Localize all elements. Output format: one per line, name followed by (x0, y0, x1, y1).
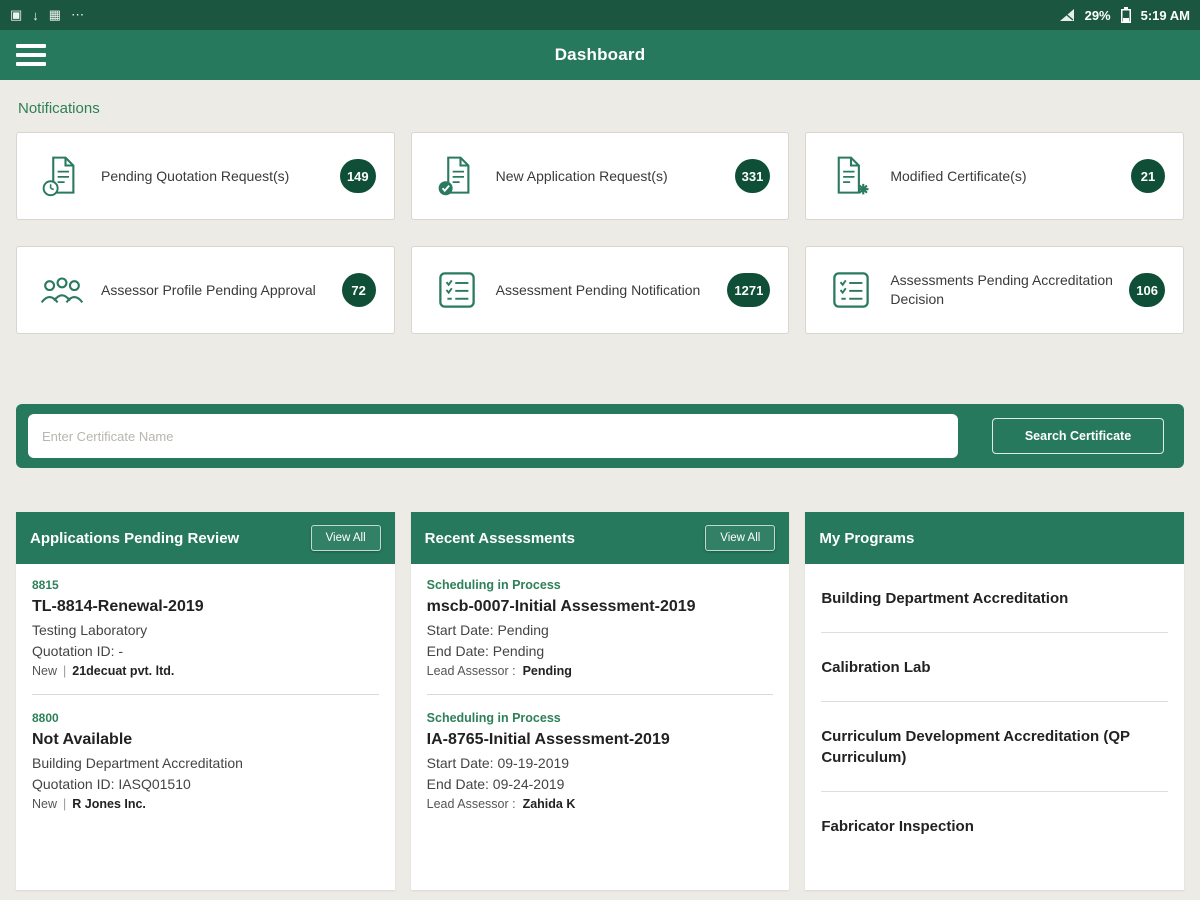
assessment-status: Scheduling in Process (426, 711, 561, 725)
app-bar: Dashboard (0, 30, 1200, 80)
count-badge: 1271 (727, 273, 771, 307)
panel-header: Recent Assessments View All (410, 512, 790, 564)
status-left-icons: ▣ ↓ ▦ ⋯ (10, 7, 84, 23)
application-status: New (32, 797, 58, 811)
application-item[interactable]: 8800 Not Available Building Department A… (32, 711, 379, 811)
application-meta: New | 21decuat pvt. ltd. (32, 664, 379, 678)
search-certificate-button[interactable]: Search Certificate (992, 418, 1164, 454)
application-item[interactable]: 8815 TL-8814-Renewal-2019 Testing Labora… (32, 578, 379, 678)
more-notifications-icon: ⋯ (71, 7, 85, 22)
lead-assessor-value: Pending (522, 664, 572, 678)
document-check-icon (434, 154, 480, 198)
assessment-end-date: End Date: 09-24-2019 (426, 776, 565, 792)
assessment-start-date: Start Date: 09-19-2019 (426, 755, 570, 771)
clock-time: 5:19 AM (1140, 7, 1190, 23)
program-item[interactable]: Building Department Accreditation (821, 564, 1168, 633)
application-title: TL-8814-Renewal-2019 (32, 598, 204, 615)
card-label: Modified Certificate(s) (890, 167, 1027, 184)
count-badge: 149 (339, 159, 376, 193)
message-icon: ▣ (10, 7, 23, 22)
view-all-assessments-button[interactable]: View All (705, 525, 776, 551)
recent-assessments-panel: Recent Assessments View All Scheduling i… (410, 512, 790, 890)
my-programs-panel: My Programs Building Department Accredit… (805, 512, 1184, 890)
application-company: 21decuat pvt. ltd. (72, 664, 175, 678)
download-icon: ↓ (32, 7, 39, 23)
document-gear-icon (828, 154, 874, 198)
application-program: Testing Laboratory (32, 622, 148, 638)
certificate-search-bar: Search Certificate (16, 404, 1184, 468)
people-icon (39, 270, 85, 310)
battery-icon (1120, 7, 1131, 23)
card-new-application[interactable]: New Application Request(s) 331 (410, 132, 790, 220)
assessment-start-date: Start Date: Pending (426, 622, 549, 638)
panel-title: Applications Pending Review (30, 529, 240, 547)
panel-title: My Programs (819, 529, 915, 547)
assessment-title: IA-8765-Initial Assessment-2019 (426, 731, 670, 748)
search-input[interactable] (28, 414, 958, 458)
assessment-lead: Lead Assessor : Zahida K (427, 797, 774, 811)
checklist-icon (434, 269, 480, 311)
application-title: Not Available (32, 731, 133, 748)
card-label: Assessments Pending Accreditation Decisi… (890, 272, 1113, 307)
status-right-icons: 29% 5:19 AM (1059, 7, 1190, 23)
program-item[interactable]: Calibration Lab (821, 633, 1168, 702)
card-assessments-pending-decision[interactable]: Assessments Pending Accreditation Decisi… (805, 246, 1184, 334)
card-assessor-profile[interactable]: Assessor Profile Pending Approval 72 (16, 246, 395, 334)
panel-body: Building Department Accreditation Calibr… (805, 564, 1184, 860)
lead-assessor-label: Lead Assessor : (426, 797, 516, 811)
application-meta: New | R Jones Inc. (32, 797, 379, 811)
divider (426, 694, 774, 695)
gallery-icon: ▦ (48, 7, 62, 22)
count-badge: 106 (1129, 273, 1165, 307)
application-status: New (32, 664, 58, 678)
panel-body: 8815 TL-8814-Renewal-2019 Testing Labora… (16, 564, 395, 811)
assessment-status: Scheduling in Process (426, 578, 561, 592)
notifications-section-label: Notifications (18, 100, 100, 117)
count-badge: 331 (734, 159, 771, 193)
notification-cards: Pending Quotation Request(s) 149 New App… (16, 132, 1184, 334)
card-modified-certificate[interactable]: Modified Certificate(s) 21 (805, 132, 1184, 220)
card-label: Assessor Profile Pending Approval (101, 281, 316, 298)
status-bar: ▣ ↓ ▦ ⋯ 29% 5:19 AM (0, 0, 1200, 30)
dashboard-columns: Applications Pending Review View All 881… (16, 512, 1184, 890)
card-label: Assessment Pending Notification (495, 281, 701, 298)
battery-percent: 29% (1084, 7, 1111, 23)
applications-pending-panel: Applications Pending Review View All 881… (16, 512, 395, 890)
checklist-icon (828, 269, 874, 311)
lead-assessor-label: Lead Assessor : (426, 664, 516, 678)
assessment-title: mscb-0007-Initial Assessment-2019 (426, 598, 696, 615)
panel-body: Scheduling in Process mscb-0007-Initial … (411, 564, 790, 811)
application-quotation: Quotation ID: - (32, 643, 124, 659)
program-item[interactable]: Fabricator Inspection (821, 792, 1168, 860)
card-label: Pending Quotation Request(s) (101, 167, 290, 184)
application-program: Building Department Accreditation (32, 755, 243, 771)
card-label: New Application Request(s) (495, 167, 668, 184)
application-quotation: Quotation ID: IASQ01510 (32, 776, 191, 792)
count-badge: 21 (1130, 159, 1165, 193)
application-id: 8800 (32, 711, 59, 725)
document-clock-icon (39, 154, 85, 198)
panel-title: Recent Assessments (424, 529, 576, 547)
panel-header: My Programs (805, 512, 1184, 564)
card-pending-quotation[interactable]: Pending Quotation Request(s) 149 (16, 132, 395, 220)
application-id: 8815 (32, 578, 59, 592)
divider (32, 694, 379, 695)
page-title: Dashboard (554, 45, 646, 64)
network-icon (1059, 9, 1074, 21)
application-company: R Jones Inc. (72, 797, 146, 811)
panel-header: Applications Pending Review View All (16, 512, 395, 564)
program-item[interactable]: Curriculum Development Accreditation (QP… (821, 702, 1168, 792)
assessment-end-date: End Date: Pending (426, 643, 545, 659)
assessment-item[interactable]: Scheduling in Process IA-8765-Initial As… (427, 711, 774, 811)
lead-assessor-value: Zahida K (522, 797, 576, 811)
separator: | (63, 797, 67, 811)
separator: | (63, 664, 67, 678)
assessment-lead: Lead Assessor : Pending (427, 664, 774, 678)
view-all-applications-button[interactable]: View All (310, 525, 381, 551)
card-assessment-pending-notification[interactable]: Assessment Pending Notification 1271 (410, 246, 790, 334)
assessment-item[interactable]: Scheduling in Process mscb-0007-Initial … (427, 578, 774, 678)
count-badge: 72 (341, 273, 376, 307)
